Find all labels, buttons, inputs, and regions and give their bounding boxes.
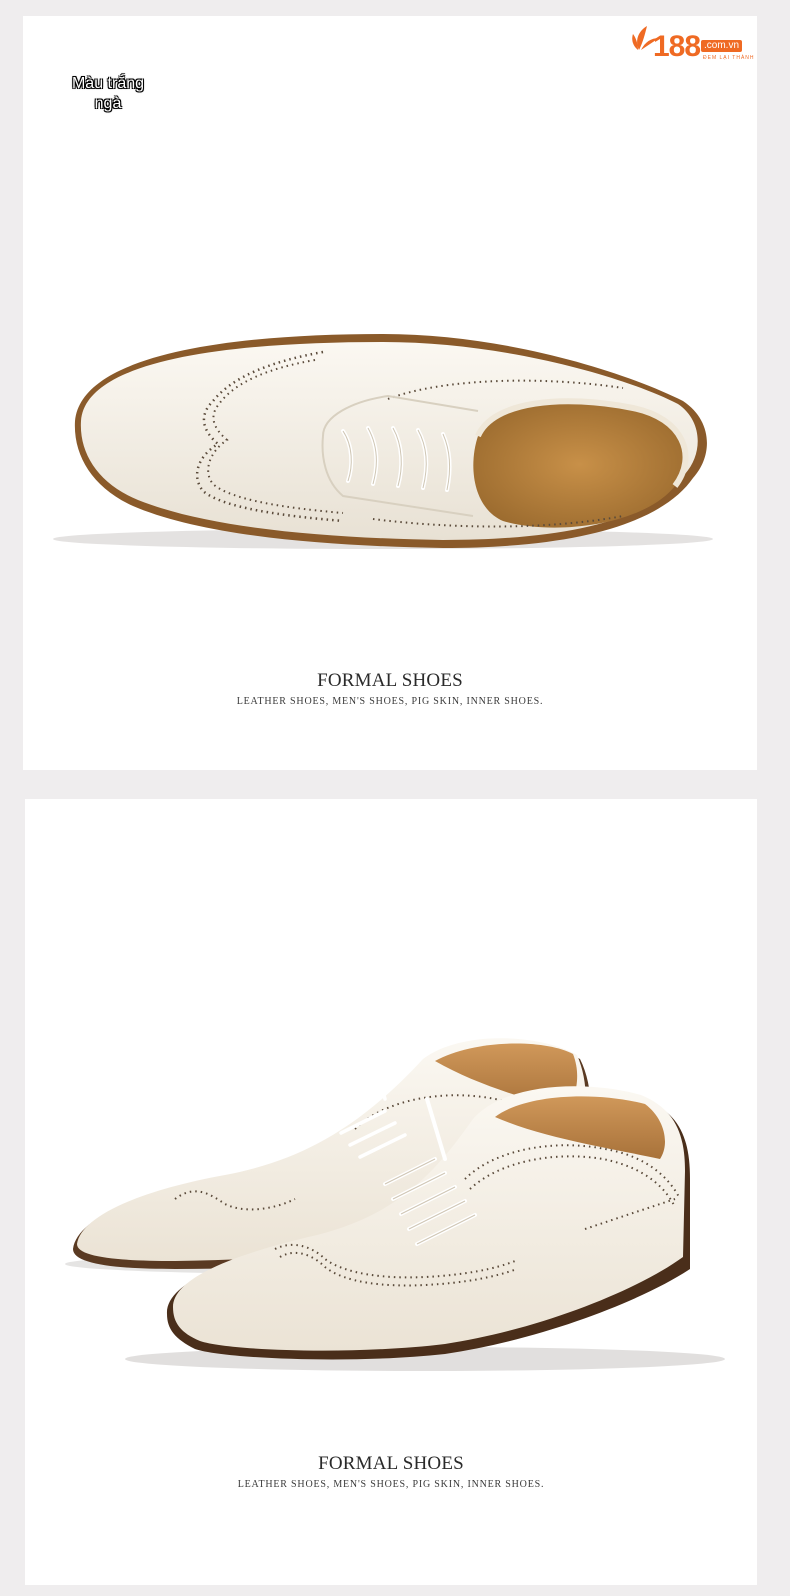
product-image-panel-1: 188 .com.vn ĐEM LẠI THÀNH Màu trắng ngà bbox=[23, 16, 757, 770]
shoe-side-view-image bbox=[53, 334, 713, 549]
panel-subtitle: LEATHER SHOES, MEN'S SHOES, PIG SKIN, IN… bbox=[237, 1479, 545, 1490]
panel-title: FORMAL SHOES bbox=[318, 1453, 464, 1474]
product-image-panel-2: FORMAL SHOES LEATHER SHOES, MEN'S SHOES,… bbox=[25, 799, 757, 1585]
panel-subtitle: LEATHER SHOES, MEN'S SHOES, PIG SKIN, IN… bbox=[236, 696, 544, 707]
panel-title: FORMAL SHOES bbox=[317, 670, 463, 691]
